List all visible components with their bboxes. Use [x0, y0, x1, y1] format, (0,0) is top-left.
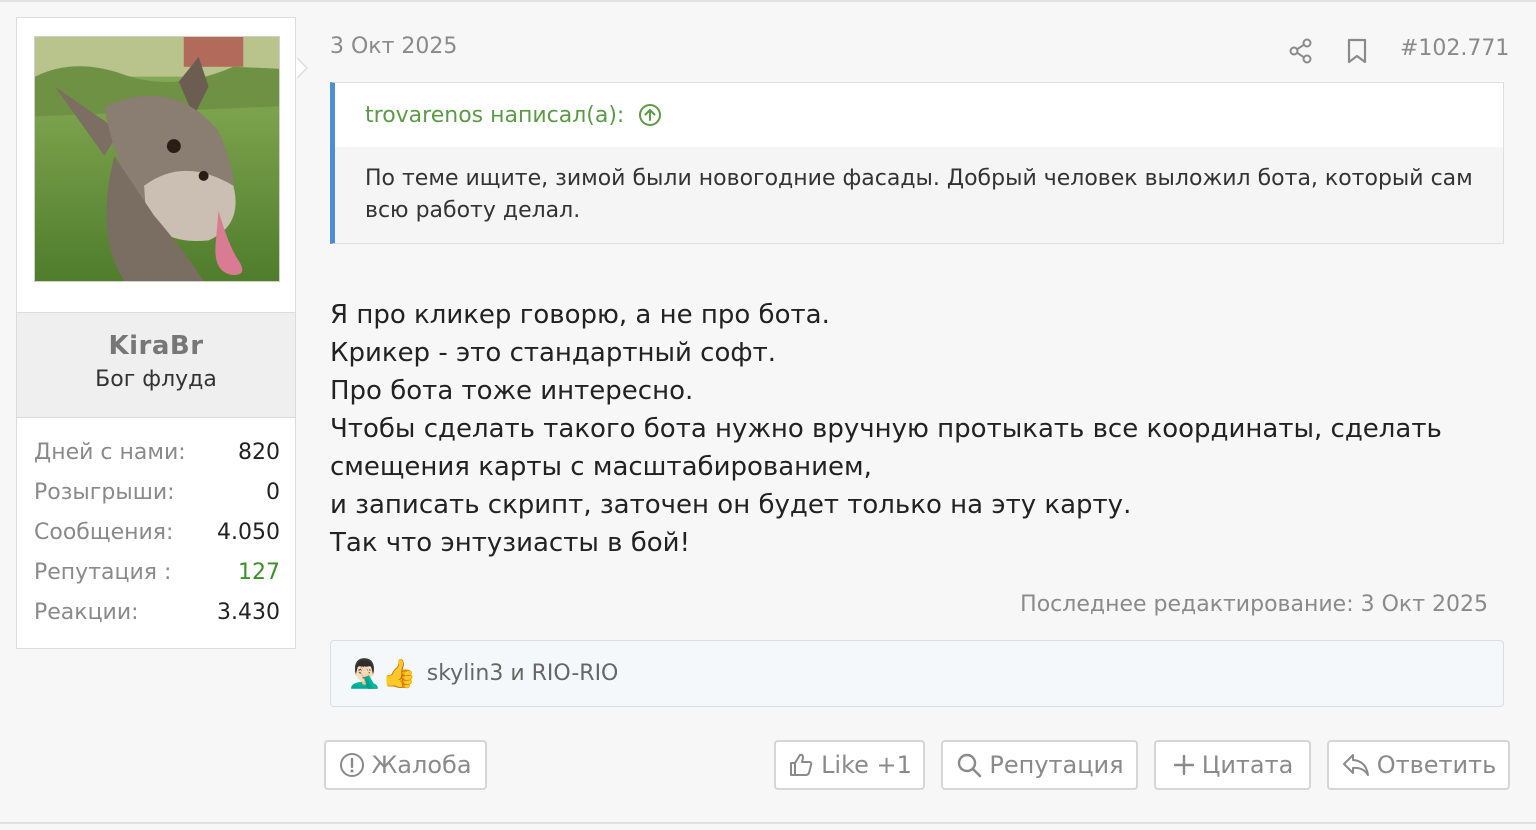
- share-icon[interactable]: [1288, 38, 1314, 64]
- bottom-divider: [0, 822, 1536, 824]
- message-line: Я про кликер говорю, а не про бота.: [330, 300, 830, 330]
- user-title: Бог флуда: [95, 367, 217, 392]
- post-number-link[interactable]: #102.771: [1400, 36, 1509, 61]
- stat-value: 820: [238, 440, 280, 465]
- reply-label: Ответить: [1376, 751, 1497, 779]
- stat-label: Репутация :: [34, 560, 172, 585]
- reaction-icons: 🤦🏻‍♂️ 👍: [347, 656, 417, 690]
- post-message: Я про кликер говорю, а не про бота. Крик…: [330, 296, 1500, 562]
- message-line: и записать скрипт, заточен он будет толь…: [330, 490, 1132, 520]
- quote-header: trovarenos написал(а):: [335, 83, 1503, 147]
- like-button[interactable]: Like +1: [774, 740, 925, 790]
- top-divider: [0, 0, 1536, 2]
- quote-text: По теме ищите, зимой были новогодние фас…: [365, 166, 1473, 223]
- username[interactable]: KiraBr: [17, 331, 295, 361]
- stat-label: Розыгрыши:: [34, 480, 175, 505]
- message-line: Так что энтузиасты в бой!: [330, 528, 691, 558]
- reputation-button[interactable]: Репутация: [941, 740, 1138, 790]
- message-line: Крикер - это стандартный софт.: [330, 338, 777, 368]
- reactions-bar[interactable]: 🤦🏻‍♂️ 👍 skylin3 и RIO-RIO: [330, 640, 1504, 707]
- stat-label: Сообщения:: [34, 520, 174, 545]
- card-pointer: [296, 58, 306, 78]
- stat-label: Дней с нами:: [34, 440, 186, 465]
- thumbs-up-reaction-icon: 👍: [381, 656, 417, 690]
- last-edit-note: Последнее редактирование: 3 Окт 2025: [1020, 592, 1488, 617]
- user-identity: KiraBr Бог флуда: [17, 312, 295, 418]
- report-label: Жалоба: [371, 751, 472, 779]
- stat-reputation: Репутация : 127: [34, 558, 280, 598]
- quote-author[interactable]: trovarenos написал(а):: [365, 103, 624, 128]
- report-button[interactable]: Жалоба: [324, 740, 487, 790]
- avatar[interactable]: [34, 36, 280, 282]
- like-label: Like +1: [821, 751, 912, 779]
- stat-value: 3.430: [217, 600, 280, 625]
- stat-value: 127: [238, 560, 280, 585]
- plus-icon: [1173, 754, 1194, 776]
- reputation-label: Репутация: [989, 751, 1124, 779]
- post-date[interactable]: 3 Окт 2025: [330, 34, 457, 59]
- user-stats: Дней с нами: 820 Розыгрыши: 0 Сообщения:…: [34, 438, 280, 638]
- stat-value: 0: [266, 480, 280, 505]
- message-line: Про бота тоже интересно.: [330, 376, 694, 406]
- stat-days: Дней с нами: 820: [34, 438, 280, 478]
- reaction-users[interactable]: skylin3 и RIO-RIO: [427, 661, 619, 686]
- avatar-donkey-image: [35, 37, 279, 281]
- reply-arrow-icon: [1342, 754, 1369, 776]
- quote-label: Цитата: [1201, 751, 1294, 779]
- stat-reactions: Реакции: 3.430: [34, 598, 280, 638]
- stat-giveaways: Розыгрыши: 0: [34, 478, 280, 518]
- quote-block: trovarenos написал(а): По теме ищите, зи…: [330, 82, 1504, 244]
- search-icon: [958, 753, 982, 778]
- alert-circle-icon: [340, 753, 365, 777]
- user-card: KiraBr Бог флуда Дней с нами: 820 Розыгр…: [16, 17, 308, 649]
- stat-messages: Сообщения: 4.050: [34, 518, 280, 558]
- facepalm-reaction-icon: 🤦🏻‍♂️: [347, 656, 382, 690]
- reply-button[interactable]: Ответить: [1327, 740, 1510, 790]
- quote-button[interactable]: Цитата: [1154, 740, 1311, 790]
- bookmark-icon[interactable]: [1346, 38, 1368, 64]
- stat-value[interactable]: 4.050: [217, 518, 280, 558]
- thumbs-up-icon: [790, 753, 813, 776]
- arrow-up-circle-icon[interactable]: [638, 103, 662, 127]
- stat-label: Реакции:: [34, 600, 139, 625]
- message-line: Чтобы сделать такого бота нужно вручную …: [330, 414, 1442, 482]
